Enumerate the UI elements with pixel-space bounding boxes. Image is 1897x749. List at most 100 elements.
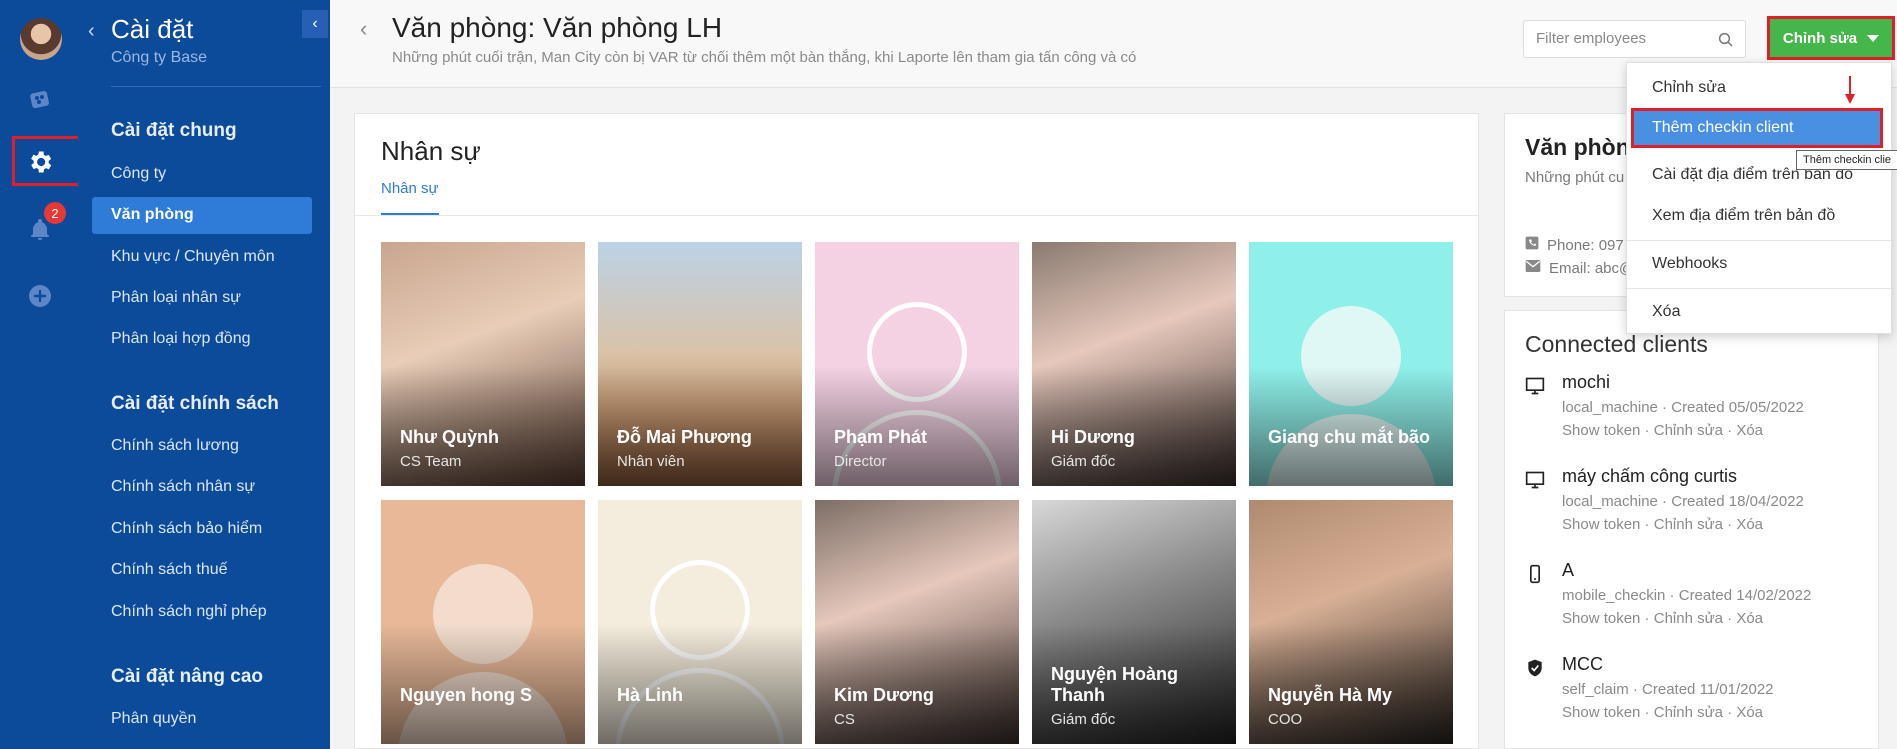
back-chevron-icon[interactable]: ‹: [360, 16, 367, 42]
monitor-icon: [1525, 470, 1547, 492]
employee-card[interactable]: Hà Linh: [598, 500, 802, 744]
employee-name: Như Quỳnh: [400, 427, 500, 447]
sidebar-item-contract-type[interactable]: Phân loại hợp đồng: [111, 330, 251, 348]
monitor-icon: [1525, 376, 1547, 398]
employee-card[interactable]: Giang chu mắt bão: [1249, 242, 1453, 486]
notification-badge: 2: [44, 202, 66, 224]
edit-button-label: Chỉnh sửa: [1782, 29, 1858, 47]
client-meta: local_machine · Created 05/05/2022: [1562, 399, 1804, 416]
delete-client-link[interactable]: Xóa: [1736, 516, 1763, 533]
people-title: Nhân sự: [381, 136, 481, 166]
divider: [1627, 240, 1891, 241]
tab-people[interactable]: Nhân sự: [381, 180, 439, 215]
employee-role: Giám đốc: [1051, 711, 1116, 728]
employee-name: Kim Dương: [834, 685, 934, 705]
filter-employees-input[interactable]: [1536, 30, 1716, 47]
divider: [355, 215, 1478, 216]
client-actions: Show token · Chỉnh sửa · Xóa: [1562, 516, 1764, 533]
sidebar-title: Cài đặt: [111, 14, 194, 44]
sidebar-item-leave-policy[interactable]: Chính sách nghỉ phép: [111, 603, 267, 621]
employee-role: COO: [1268, 711, 1303, 728]
employee-card[interactable]: Nguyễn Hà My COO: [1249, 500, 1453, 744]
collapse-sidebar-button[interactable]: ‹: [302, 10, 328, 38]
sidebar-item-company[interactable]: Công ty: [111, 165, 166, 183]
client-name: MCC: [1562, 654, 1603, 674]
client-name: máy chấm công curtis: [1562, 466, 1738, 486]
sidebar-item-permissions[interactable]: Phân quyền: [111, 710, 196, 728]
filter-employees[interactable]: [1523, 20, 1746, 58]
shield-check-icon: [1525, 658, 1547, 680]
client-meta: mobile_checkin · Created 14/02/2022: [1562, 587, 1812, 604]
show-token-link[interactable]: Show token: [1562, 704, 1640, 721]
employee-card[interactable]: Đỗ Mai Phương Nhân viên: [598, 242, 802, 486]
email-icon: [1525, 259, 1541, 277]
edit-client-link[interactable]: Chỉnh sửa: [1654, 610, 1723, 627]
employee-card[interactable]: Kim Dương CS: [815, 500, 1019, 744]
menu-item-webhooks[interactable]: Webhooks: [1627, 244, 1891, 284]
delete-client-link[interactable]: Xóa: [1736, 610, 1763, 627]
employee-name: Hà Linh: [617, 685, 683, 705]
office-email-text: Email: abc@: [1549, 259, 1635, 277]
show-token-link[interactable]: Show token: [1562, 422, 1640, 439]
sidebar-item-tax-policy[interactable]: Chính sách thuế: [111, 561, 228, 579]
settings-sidebar: ‹ Cài đặt Công ty Base ‹ Cài đặt chung C…: [78, 0, 330, 749]
menu-item-add-checkin-client[interactable]: Thêm checkin client: [1631, 108, 1883, 148]
sidebar-item-staff-type[interactable]: Phân loại nhân sự: [111, 289, 241, 307]
delete-client-link[interactable]: Xóa: [1736, 704, 1763, 721]
clients-title: Connected clients: [1525, 331, 1708, 357]
client-meta: self_claim · Created 11/01/2022: [1562, 681, 1774, 698]
icon-rail: 2: [0, 0, 91, 749]
client-actions: Show token · Chỉnh sửa · Xóa: [1562, 422, 1764, 439]
sidebar-item-salary-policy[interactable]: Chính sách lương: [111, 437, 239, 455]
edit-client-link[interactable]: Chỉnh sửa: [1654, 516, 1723, 533]
menu-item-delete[interactable]: Xóa: [1627, 292, 1891, 332]
divider: [111, 86, 321, 87]
delete-client-link[interactable]: Xóa: [1736, 422, 1763, 439]
employee-card[interactable]: Như Quỳnh CS Team: [381, 242, 585, 486]
connected-clients-card: Connected clients mochi local_machine · …: [1504, 310, 1879, 749]
sidebar-item-office[interactable]: Văn phòng: [92, 197, 312, 234]
show-token-link[interactable]: Show token: [1562, 610, 1640, 627]
office-phone: Phone: 097: [1525, 236, 1624, 254]
employee-name: Phạm Phát: [834, 427, 928, 447]
caret-down-icon: [1867, 34, 1880, 42]
apps-icon[interactable]: [24, 83, 56, 115]
phone-icon: [1525, 236, 1539, 254]
sidebar-item-hr-policy[interactable]: Chính sách nhân sự: [111, 478, 255, 496]
sidebar-subtitle: Công ty Base: [111, 49, 208, 66]
client-actions: Show token · Chỉnh sửa · Xóa: [1562, 610, 1764, 627]
office-email: Email: abc@: [1525, 259, 1634, 277]
employee-role: Giám đốc: [1051, 453, 1116, 470]
people-card: Nhân sự Nhân sự Như Quỳnh CS Team Đỗ Mai…: [354, 113, 1479, 749]
employee-role: Nhân viên: [617, 453, 685, 470]
employee-card[interactable]: Nguyện Hoàng Thanh Giám đốc: [1032, 500, 1236, 744]
office-phone-text: Phone: 097: [1547, 236, 1624, 254]
phone-icon: [1525, 564, 1547, 586]
employee-role: CS: [834, 711, 855, 728]
sidebar-item-region[interactable]: Khu vực / Chuyên môn: [111, 248, 275, 266]
sidebar-item-label: Văn phòng: [111, 206, 194, 223]
employee-name: Giang chu mắt bão: [1268, 427, 1431, 447]
divider: [1627, 288, 1891, 289]
page-subtitle: Những phút cuối trận, Man City còn bị VA…: [392, 49, 1137, 66]
client-name: A: [1562, 560, 1575, 580]
sidebar-item-insurance-policy[interactable]: Chính sách bảo hiểm: [111, 520, 262, 538]
avatar[interactable]: [20, 18, 62, 60]
menu-item-view-map-location[interactable]: Xem địa điểm trên bản đồ: [1627, 196, 1891, 236]
add-circle-icon[interactable]: [24, 280, 56, 312]
show-token-link[interactable]: Show token: [1562, 516, 1640, 533]
edit-client-link[interactable]: Chỉnh sửa: [1654, 704, 1723, 721]
employee-name: Hi Dương: [1051, 427, 1135, 447]
section-policy: Cài đặt chính sách: [111, 393, 279, 414]
employee-name: Nguyễn Hà My: [1268, 685, 1393, 705]
employee-role: Director: [834, 453, 887, 470]
tooltip: Thêm checkin clie: [1796, 150, 1897, 170]
edit-client-link[interactable]: Chỉnh sửa: [1654, 422, 1723, 439]
employee-card[interactable]: Phạm Phát Director: [815, 242, 1019, 486]
edit-menu-button[interactable]: Chỉnh sửa: [1767, 16, 1895, 60]
employee-card[interactable]: Hi Dương Giám đốc: [1032, 242, 1236, 486]
chevron-left-icon[interactable]: ‹: [88, 20, 95, 43]
client-actions: Show token · Chỉnh sửa · Xóa: [1562, 704, 1764, 721]
employee-card[interactable]: Nguyen hong S: [381, 500, 585, 744]
search-icon: [1717, 31, 1735, 54]
